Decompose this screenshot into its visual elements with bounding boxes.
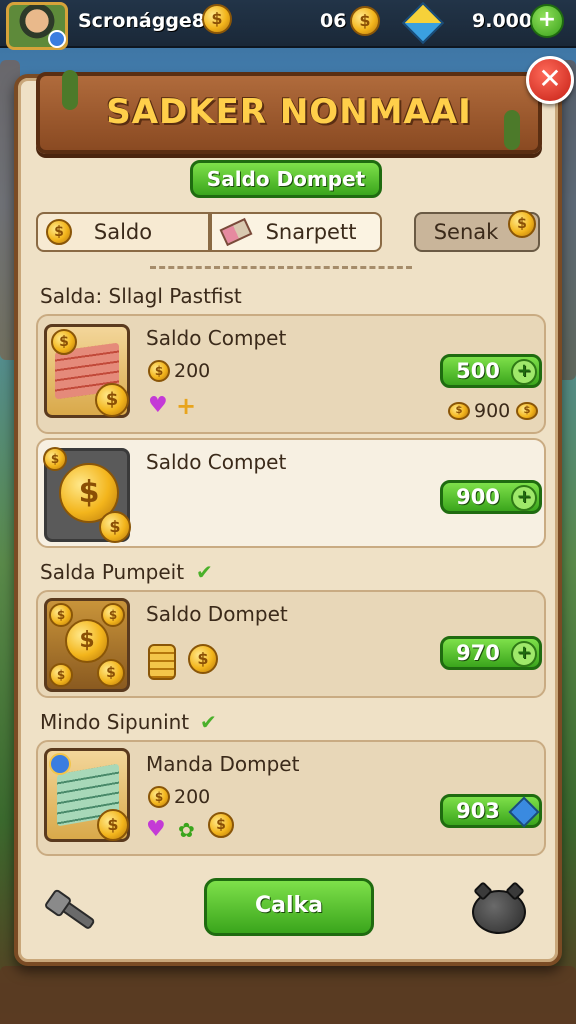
- coin-stack-icon: [148, 644, 176, 680]
- shop-item-card[interactable]: $ $ Saldo Compet $ 200 ♥ + 500 + $ 900 $: [36, 314, 546, 434]
- section-label: Salda Pumpeit: [40, 560, 185, 584]
- tab-label: Snarpett: [265, 220, 357, 244]
- money-stack-icon: $ $: [44, 324, 130, 418]
- item-title: Saldo Compet: [146, 450, 287, 474]
- buy-button[interactable]: 903: [440, 794, 542, 828]
- header-balance-button[interactable]: Saldo Dompet: [190, 160, 382, 198]
- section-label: Salda: Sllagl Pastfist: [40, 284, 242, 308]
- coin-amount: 200: [174, 786, 211, 808]
- item-title: Saldo Compet: [146, 326, 287, 350]
- plus-icon: +: [537, 7, 557, 32]
- shop-item-card[interactable]: $ $ $ $ $ Saldo Dompet $ 970 +: [36, 590, 546, 698]
- coin-stack-icon: $: [202, 4, 232, 34]
- plus-icon: +: [511, 359, 537, 385]
- buy-button[interactable]: 900 +: [440, 480, 542, 514]
- vine-decoration: [62, 70, 78, 110]
- heart-icon: ♥: [148, 393, 168, 418]
- buy-button[interactable]: 500 +: [440, 354, 542, 388]
- plus-bonus-icon: +: [176, 392, 197, 420]
- currency-b-value: 9.000: [472, 10, 533, 32]
- coin-icon: $: [46, 219, 72, 245]
- coin-icon: $: [148, 786, 170, 808]
- divider: [150, 266, 412, 269]
- close-button[interactable]: ✕: [526, 56, 574, 104]
- top-bar: Scronágge80 $ 06 $ 9.000 +: [0, 0, 576, 50]
- player-name: Scronágge80: [78, 10, 219, 32]
- avatar-badge-icon: [48, 30, 66, 48]
- shop-item-card[interactable]: $ Manda Dompet $ 200 ♥ ✿ $ 903: [36, 740, 546, 856]
- tab-senak[interactable]: Senak $: [414, 210, 540, 252]
- gem-icon: [401, 1, 445, 45]
- coin-stack-icon: $: [508, 210, 536, 238]
- heart-icon: ♥: [146, 817, 166, 842]
- item-title: Manda Dompet: [146, 752, 300, 776]
- coin-amount: 200: [174, 360, 211, 382]
- buy-button[interactable]: 970 +: [440, 636, 542, 670]
- plus-icon: +: [511, 485, 537, 511]
- add-currency-button[interactable]: +: [530, 4, 564, 38]
- coin-icon: $: [208, 812, 234, 838]
- background-ground: [0, 966, 576, 1024]
- close-icon: ✕: [538, 62, 562, 95]
- main-action-button[interactable]: Calka: [204, 878, 374, 936]
- vine-decoration: [504, 110, 520, 150]
- tab-snarpett[interactable]: Snarpett: [210, 212, 382, 252]
- currency-a-value: 06: [320, 10, 347, 32]
- leaf-icon: ✿: [178, 818, 195, 842]
- gem-badge-icon: [49, 753, 71, 775]
- cash-bundle-icon: $: [44, 748, 130, 842]
- coin-icon: $: [516, 402, 538, 420]
- coin-icon: $: [188, 644, 218, 674]
- coin-icon: $: [448, 402, 470, 420]
- item-title: Saldo Dompet: [146, 602, 288, 626]
- tab-label: Saldo: [93, 220, 153, 244]
- plus-icon: +: [511, 641, 537, 667]
- coin-pile-icon: $ $ $ $ $: [44, 598, 130, 692]
- tab-saldo[interactable]: $ Saldo: [36, 212, 210, 252]
- tool-icon[interactable]: [43, 888, 96, 931]
- panel-title: SADKER NONMAAI: [106, 92, 472, 132]
- shop-item-card[interactable]: $ $ $ Saldo Compet 900 +: [36, 438, 546, 548]
- check-icon: ✔: [200, 710, 217, 734]
- sub-price-value: 900: [474, 400, 511, 422]
- gold-coin-icon: $ $ $: [43, 447, 131, 543]
- section-label: Mindo Sipunint: [40, 710, 190, 734]
- title-banner: SADKER NONMAAI: [36, 72, 542, 154]
- coin-icon: $: [350, 6, 380, 36]
- check-icon: ✔: [196, 560, 213, 584]
- piggy-bank-icon[interactable]: [468, 880, 530, 936]
- coin-icon: $: [148, 360, 170, 382]
